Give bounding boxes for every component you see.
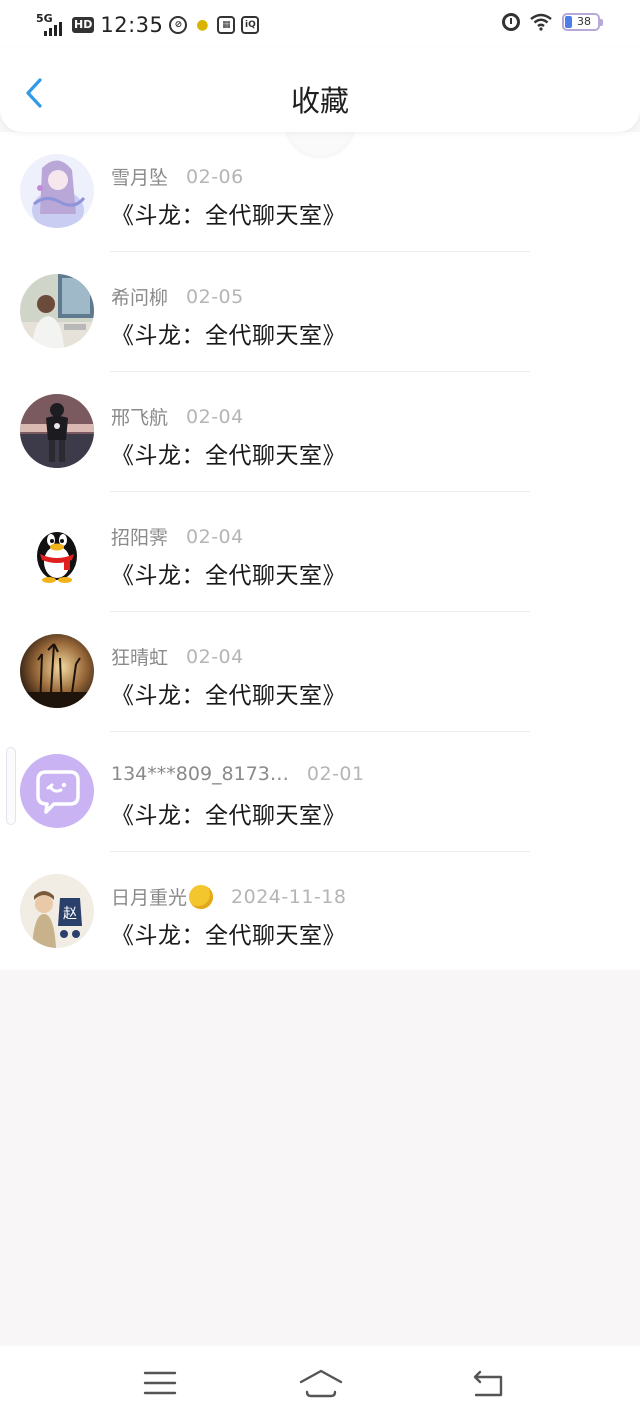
item-meta: 招阳霁 02-04 [111,523,244,550]
status-time: 12:35 [100,13,164,37]
item-date: 02-01 [306,763,365,785]
item-author: 日月重光 [111,887,188,909]
item-date: 02-04 [186,645,244,668]
list-item[interactable]: 狂晴虹 02-04 《斗龙：全代聊天室》 [0,612,640,732]
list-item[interactable]: 赵 日月重光 2024-11-18 《斗龙：全代聊天室》 [0,852,640,972]
item-meta: 狂晴虹 02-04 [111,643,244,670]
item-date: 02-04 [186,405,244,428]
home-icon [299,1369,343,1398]
status-left: 5G HD 12:35 ⊘ ● ▦ iQ [36,10,260,40]
item-author: 招阳霁 [111,527,169,549]
item-author: 狂晴虹 [111,647,169,669]
header: 收藏 [0,48,640,132]
avatar[interactable] [20,754,94,828]
battery-level: 38 [577,15,591,28]
item-date: 02-06 [186,165,244,188]
home-button[interactable] [298,1368,344,1402]
item-author: 134***809_8173… [111,763,289,785]
avatar[interactable] [20,514,94,588]
item-title[interactable]: 《斗龙：全代聊天室》 [111,196,346,230]
item-title[interactable]: 《斗龙：全代聊天室》 [111,916,346,950]
list-item[interactable]: 招阳霁 02-04 《斗龙：全代聊天室》 [0,492,640,612]
item-title[interactable]: 《斗龙：全代聊天室》 [111,436,346,470]
sun-emoji-icon [189,884,214,909]
menu-button[interactable] [142,1368,182,1402]
back-icon [473,1370,503,1397]
avatar[interactable]: 赵 [20,874,94,948]
page-title: 收藏 [290,84,349,118]
list-item[interactable]: 134***809_8173… 02-01 《斗龙：全代聊天室》 [0,732,640,852]
item-date: 02-04 [186,525,244,548]
status-right: 38 [502,13,603,31]
favorites-list: 雪月坠 02-06 《斗龙：全代聊天室》 希问柳 02-05 《斗龙：全代聊天室… [0,132,640,970]
item-title[interactable]: 《斗龙：全代聊天室》 [111,556,346,590]
avatar[interactable] [20,634,94,708]
hd-icon: HD [72,17,95,33]
avatar[interactable] [20,394,94,468]
item-title[interactable]: 《斗龙：全代聊天室》 [111,316,346,350]
item-date: 02-05 [186,285,244,308]
item-author: 希问柳 [111,287,169,309]
battery-icon: 38 [562,13,603,31]
iqiyi-app-icon: iQ [241,16,260,34]
avatar[interactable] [20,154,94,228]
item-meta: 邢飞航 02-04 [111,403,244,430]
avatar-badge-text: 赵 [63,906,77,922]
system-nav-bar [0,1346,640,1422]
menu-icon [143,1371,177,1395]
item-meta: 希问柳 02-05 [111,283,244,310]
item-title[interactable]: 《斗龙：全代聊天室》 [111,676,346,710]
signal-icon: 5G [36,13,66,37]
list-item[interactable]: 希问柳 02-05 《斗龙：全代聊天室》 [0,252,640,372]
avatar[interactable] [20,274,94,348]
back-nav-button[interactable] [470,1368,510,1402]
item-meta: 雪月坠 02-06 [111,163,244,190]
wifi-icon [530,13,552,31]
item-meta: 日月重光 2024-11-18 [111,883,346,910]
item-title[interactable]: 《斗龙：全代聊天室》 [111,796,346,830]
item-author: 雪月坠 [111,167,169,189]
app-icon-1: ⊘ [169,16,188,34]
item-meta: 134***809_8173… 02-01 [111,763,365,785]
alarm-icon [502,13,520,31]
list-item[interactable]: 邢飞航 02-04 《斗龙：全代聊天室》 [0,372,640,492]
side-scroll-tab[interactable] [6,747,16,825]
video-app-icon: ▦ [217,16,236,34]
item-date: 2024-11-18 [231,885,347,908]
item-author: 邢飞航 [111,407,169,429]
status-bar: 5G HD 12:35 ⊘ ● ▦ iQ 38 [0,0,640,48]
chick-app-icon: ● [196,17,209,33]
